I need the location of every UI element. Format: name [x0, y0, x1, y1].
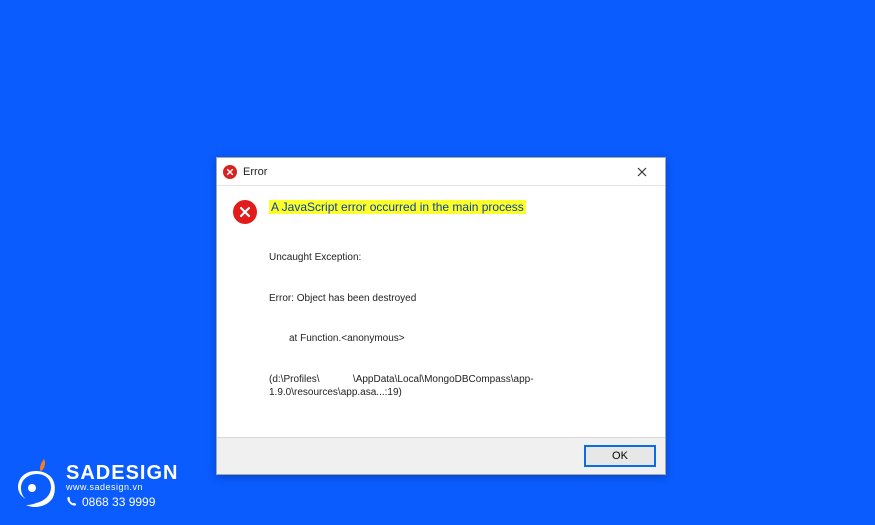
- error-title-icon: [223, 165, 237, 179]
- detail-line: at Function.<anonymous>: [269, 332, 649, 346]
- error-headline: A JavaScript error occurred in the main …: [269, 200, 526, 214]
- brand-logo-icon: [14, 457, 58, 513]
- brand-name: SADESIGN: [66, 463, 178, 483]
- error-details: Uncaught Exception: Error: Object has be…: [269, 224, 649, 427]
- dialog-content: A JavaScript error occurred in the main …: [217, 186, 665, 437]
- brand-url: www.sadesign.vn: [66, 483, 178, 492]
- dialog-footer: OK: [217, 437, 665, 474]
- brand-watermark: SADESIGN www.sadesign.vn 0868 33 9999: [14, 457, 178, 513]
- detail-line: Error: Object has been destroyed: [269, 292, 649, 306]
- detail-line: (d:\Profiles\ \AppData\Local\MongoDBComp…: [269, 373, 649, 400]
- close-button[interactable]: [625, 158, 659, 185]
- phone-icon: [66, 496, 77, 507]
- error-icon: [233, 200, 257, 224]
- brand-phone: 0868 33 9999: [66, 496, 178, 508]
- titlebar[interactable]: Error: [217, 158, 665, 186]
- dialog-title: Error: [243, 166, 625, 178]
- brand-phone-number: 0868 33 9999: [82, 496, 155, 508]
- detail-line: Uncaught Exception:: [269, 251, 649, 265]
- error-dialog: Error A JavaScript error occurred in the…: [216, 157, 666, 475]
- close-icon: [637, 167, 647, 177]
- ok-button[interactable]: OK: [585, 446, 655, 466]
